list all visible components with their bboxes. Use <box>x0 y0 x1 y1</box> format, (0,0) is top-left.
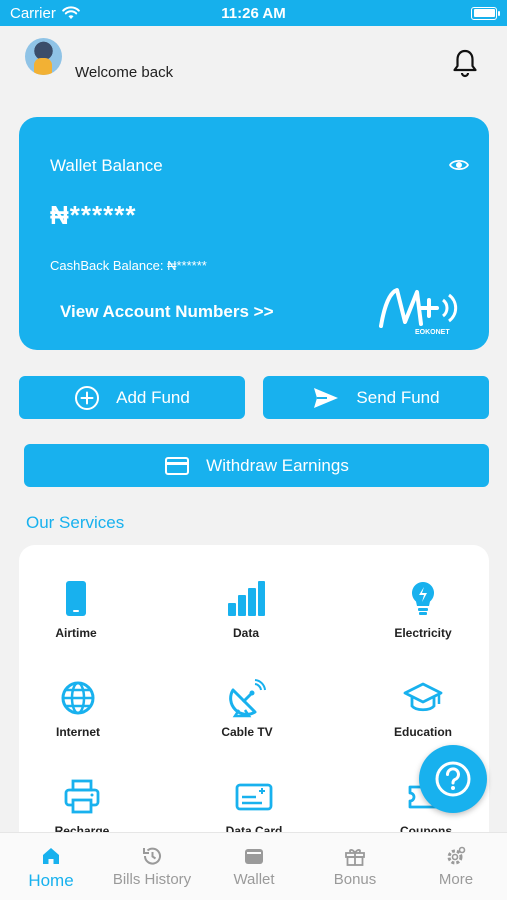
add-fund-label: Add Fund <box>116 387 190 407</box>
logo-text: EOKONET <box>415 329 450 336</box>
credit-card-icon <box>165 456 190 475</box>
eye-icon[interactable] <box>449 155 469 175</box>
gift-icon <box>345 849 365 866</box>
service-electricity[interactable]: Electricity <box>368 579 478 659</box>
welcome-text: Welcome back <box>75 64 174 81</box>
add-fund-button[interactable]: Add Fund <box>19 376 245 419</box>
tab-label: More <box>438 871 474 888</box>
service-label: Education <box>393 725 452 739</box>
service-cable-tv[interactable]: Cable TV <box>192 678 302 758</box>
battery-fill <box>473 9 495 17</box>
tab-bar: Home Bills History Wallet Bonus More <box>0 832 507 900</box>
cashback-balance: CashBack Balance: ₦****** <box>50 258 207 273</box>
gear-icon <box>447 846 466 865</box>
cashback-label: CashBack Balance: <box>50 258 164 273</box>
our-services-title: Our Services <box>26 513 125 532</box>
service-internet[interactable]: Internet <box>23 678 133 758</box>
cashback-value: ₦****** <box>167 258 207 273</box>
bell-icon[interactable] <box>451 48 479 78</box>
status-bar: Carrier 11:26 AM <box>0 0 507 26</box>
service-label: Cable TV <box>221 725 273 739</box>
globe-icon <box>61 681 95 715</box>
view-account-numbers-link[interactable]: View Account Numbers >> <box>60 302 274 322</box>
tab-label: Wallet <box>233 871 275 888</box>
satellite-dish-icon <box>229 679 266 718</box>
graduation-cap-icon <box>403 682 443 712</box>
send-icon <box>314 387 339 408</box>
card-icon <box>235 783 273 811</box>
wallet-icon <box>245 849 263 864</box>
wifi-icon <box>62 6 80 19</box>
wallet-balance-title: Wallet Balance <box>50 156 163 175</box>
tab-label: Bills History <box>112 871 192 888</box>
tab-bonus[interactable]: Bonus <box>305 845 405 888</box>
phone-icon <box>66 581 86 616</box>
tab-label: Bonus <box>333 871 377 888</box>
help-button[interactable] <box>419 745 487 813</box>
bulb-icon <box>411 582 435 615</box>
home-icon <box>43 848 59 864</box>
tab-home[interactable]: Home <box>1 845 101 891</box>
bar-chart-icon <box>228 581 265 616</box>
brand-logo: EOKONET <box>379 288 458 336</box>
services-grid: Airtime Data Electricity Internet Cable … <box>19 545 489 845</box>
help-icon <box>435 761 471 797</box>
wallet-card: Wallet Balance ₦****** CashBack Balance:… <box>19 117 489 350</box>
carrier-label: Carrier <box>10 4 56 22</box>
withdraw-earnings-label: Withdraw Earnings <box>206 455 349 475</box>
tab-more[interactable]: More <box>406 845 506 888</box>
tab-bills-history[interactable]: Bills History <box>102 845 202 888</box>
service-airtime[interactable]: Airtime <box>21 579 131 659</box>
printer-icon <box>64 779 100 814</box>
withdraw-earnings-button[interactable]: Withdraw Earnings <box>24 444 489 487</box>
send-fund-label: Send Fund <box>356 387 440 407</box>
service-label: Internet <box>55 725 100 739</box>
tab-wallet[interactable]: Wallet <box>204 845 304 888</box>
avatar[interactable] <box>25 38 62 75</box>
wallet-balance-value: ₦****** <box>50 200 137 230</box>
battery-icon <box>471 6 500 20</box>
service-label: Data <box>232 626 259 640</box>
plus-circle-icon <box>75 385 100 410</box>
header: Welcome back <box>0 26 507 106</box>
history-icon <box>143 847 161 865</box>
service-label: Airtime <box>55 626 97 640</box>
tab-label: Home <box>28 871 74 890</box>
service-data[interactable]: Data <box>191 579 301 659</box>
service-label: Electricity <box>394 626 452 640</box>
send-fund-button[interactable]: Send Fund <box>263 376 489 419</box>
